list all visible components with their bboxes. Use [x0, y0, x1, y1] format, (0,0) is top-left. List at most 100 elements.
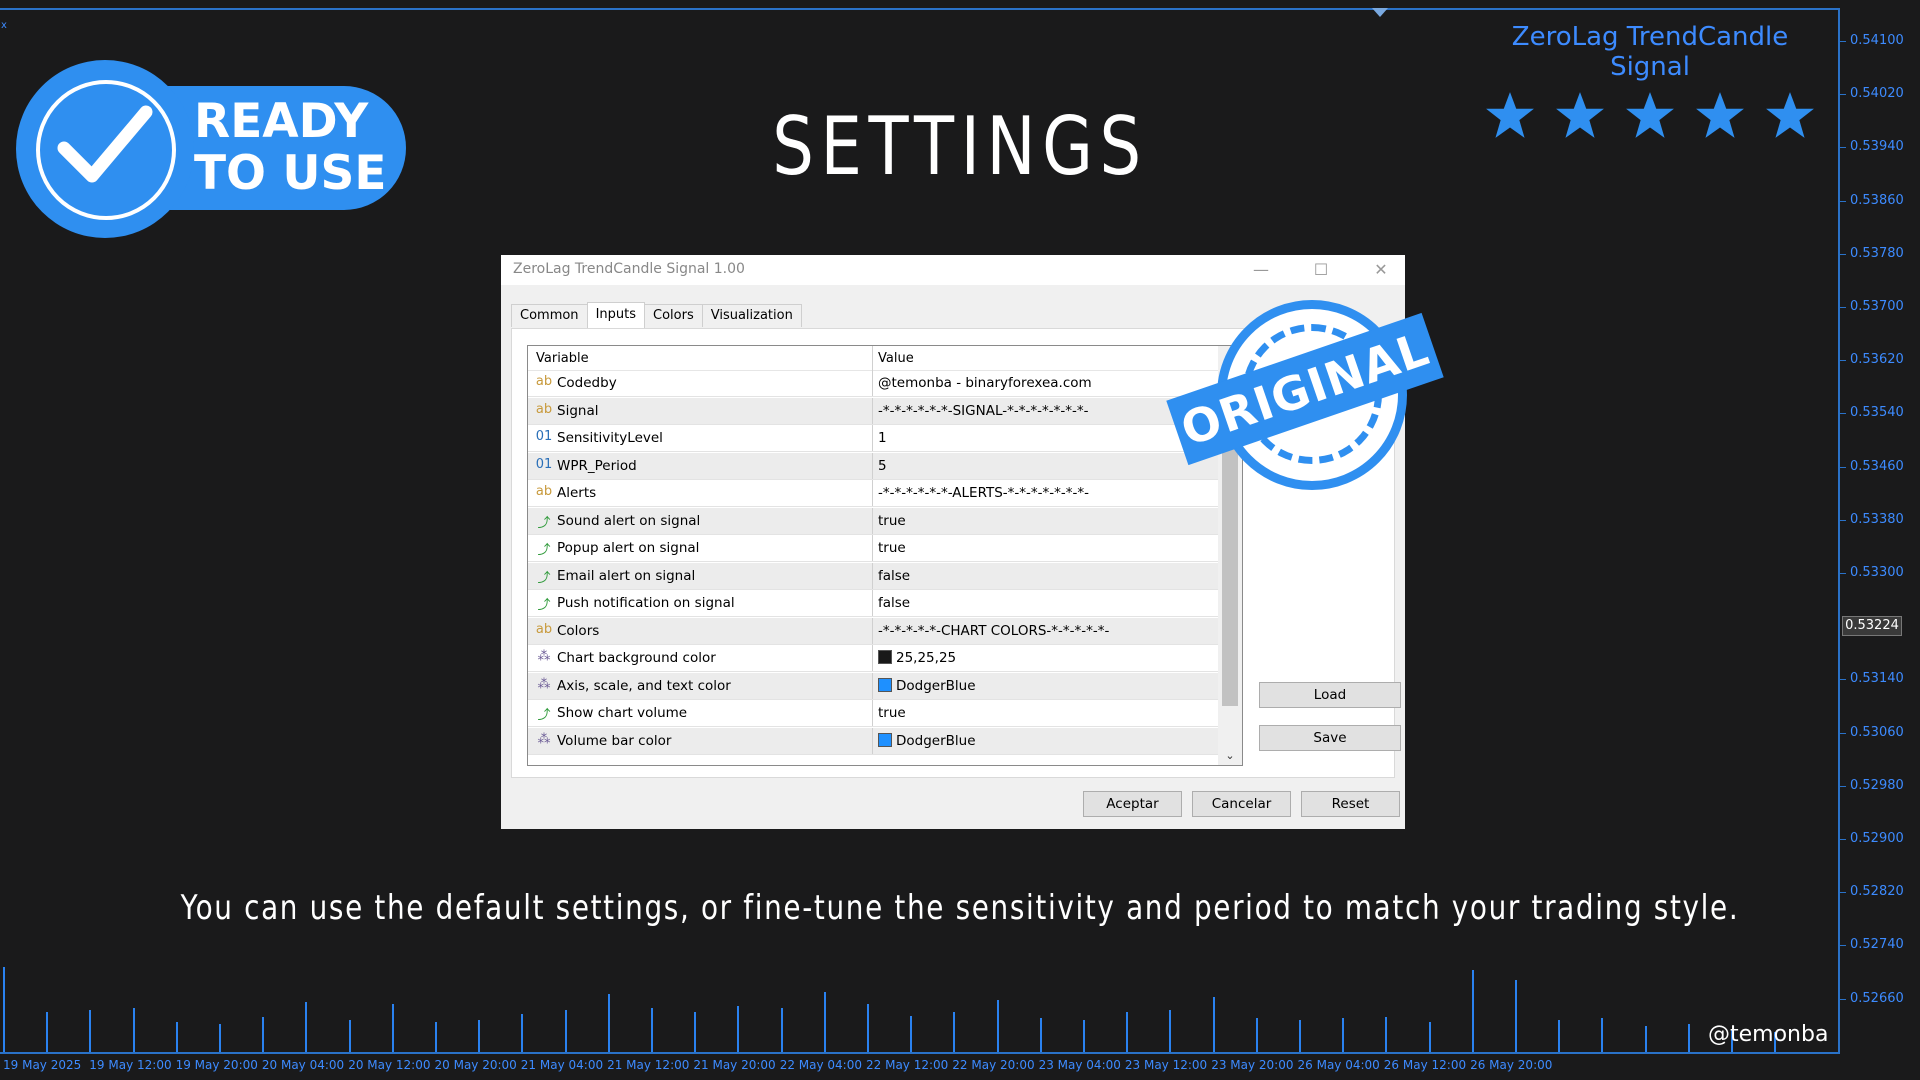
row-value[interactable]: false [878, 595, 910, 611]
scroll-down-icon[interactable]: ⌄ [1218, 747, 1242, 765]
time-tick: 23 May 12:00 [1124, 1058, 1208, 1072]
volume-bar [651, 1008, 653, 1052]
volume-bar [1342, 1018, 1345, 1052]
price-tick: 0.53540 [1840, 405, 1904, 421]
grid-row[interactable]: ⤴ Popup alert on signal true [528, 535, 1218, 562]
grid-row[interactable]: 01 WPR_Period 5 [528, 452, 1218, 480]
inputs-grid: Variable Value ab Codedby @temonba - binar… [527, 345, 1243, 766]
column-header-variable[interactable]: Variable [536, 351, 589, 366]
column-divider [872, 672, 873, 699]
grid-row[interactable]: 01 SensitivityLevel 1 [528, 425, 1218, 452]
volume-bar [132, 1008, 135, 1052]
row-value[interactable]: 5 [878, 458, 887, 474]
string-type-icon: ab [535, 374, 553, 389]
row-variable: Volume bar color [557, 732, 672, 749]
time-tick: 20 May 20:00 [434, 1058, 517, 1072]
column-divider [872, 727, 873, 754]
grid-row[interactable]: ab Codedby @temonba - binaryforexea.com [528, 370, 1218, 397]
volume-bar [1644, 1026, 1647, 1052]
volume-bar [521, 1014, 524, 1052]
star-icon [1696, 92, 1744, 138]
time-tick: 26 May 20:00 [1470, 1058, 1553, 1072]
tab-common[interactable]: Common [511, 304, 588, 327]
price-tick: 0.53780 [1840, 245, 1904, 261]
star-icon [1766, 92, 1814, 138]
price-tick: 0.53860 [1840, 192, 1904, 208]
string-type-icon: ab [535, 621, 553, 637]
row-variable: Sound alert on signal [557, 512, 701, 529]
integer-type-icon: 01 [535, 429, 553, 444]
minimize-icon[interactable]: — [1241, 257, 1281, 283]
row-value[interactable]: 1 [878, 430, 887, 446]
price-tick: 0.53060 [1840, 724, 1904, 740]
chart-close-icon[interactable]: x [1, 20, 7, 31]
row-variable: Show chart volume [557, 705, 688, 721]
price-tick: 0.52900 [1840, 831, 1904, 846]
tab-colors[interactable]: Colors [644, 304, 703, 327]
row-variable: Chart background color [557, 650, 716, 666]
price-tick: 0.53460 [1840, 458, 1904, 474]
price-tick: 0.54020 [1840, 86, 1904, 102]
row-value[interactable]: -*-*-*-*-*-*-SIGNAL-*-*-*-*-*-*-*- [878, 403, 1088, 419]
volume-bar [1558, 1020, 1561, 1052]
grid-row[interactable]: ab Signal -*-*-*-*-*-*-SIGNAL-*-*-*-*-*-*-… [528, 397, 1218, 425]
price-tick: 0.53940 [1840, 139, 1904, 155]
current-price-label: 0.53224 [1842, 615, 1902, 636]
volume-bar [1255, 1018, 1258, 1052]
row-value[interactable]: true [878, 540, 906, 556]
volume-bar [1083, 1020, 1085, 1052]
price-tick: 0.53620 [1840, 352, 1904, 368]
column-divider[interactable] [872, 346, 873, 370]
reset-button[interactable]: Reset [1301, 791, 1400, 817]
tab-visualization[interactable]: Visualization [701, 304, 802, 327]
price-tick: 0.53300 [1840, 565, 1904, 580]
row-value[interactable]: DodgerBlue [878, 677, 976, 694]
accept-button[interactable]: Aceptar [1083, 791, 1182, 817]
row-value[interactable]: false [878, 568, 910, 584]
volume-bar [910, 1016, 913, 1052]
volume-bar [1515, 980, 1517, 1052]
row-value[interactable]: true [878, 705, 906, 721]
price-axis: 0.54100 0.54020 0.53940 0.53860 0.53780 0.537… [1840, 0, 1920, 1080]
grid-header: Variable Value [528, 346, 1218, 371]
row-value[interactable]: -*-*-*-*-*-CHART COLORS-*-*-*-*-*- [878, 623, 1109, 639]
row-value[interactable]: 25,25,25 [878, 650, 956, 666]
close-icon[interactable]: ✕ [1361, 257, 1401, 283]
row-value[interactable]: true [878, 513, 906, 529]
grid-row[interactable]: ⤴ Show chart volume true [528, 700, 1218, 727]
cancel-button[interactable]: Cancelar [1192, 791, 1291, 817]
shift-marker-icon[interactable] [1372, 8, 1388, 17]
star-icon [1486, 92, 1534, 138]
column-header-value[interactable]: Value [878, 351, 914, 366]
volume-bar [867, 1004, 869, 1052]
grid-row[interactable]: ⤴ Sound alert on signal true [528, 507, 1218, 535]
grid-row[interactable]: ⤴ Email alert on signal false [528, 562, 1218, 590]
volume-bar [1687, 1024, 1690, 1052]
row-value[interactable]: @temonba - binaryforexea.com [878, 375, 1092, 391]
grid-row[interactable]: ⁂ Axis, scale, and text color DodgerBlue [528, 672, 1218, 700]
row-variable: Colors [557, 622, 600, 639]
star-icon [1556, 92, 1604, 138]
row-variable: SensitivityLevel [557, 430, 663, 446]
color-swatch [878, 677, 892, 692]
time-tick: 21 May 04:00 [520, 1058, 604, 1072]
row-value[interactable]: -*-*-*-*-*-*-ALERTS-*-*-*-*-*-*-*- [878, 485, 1089, 501]
grid-row[interactable]: ⤴ Push notification on signal false [528, 590, 1218, 617]
price-tick: 0.53380 [1840, 511, 1904, 527]
load-button[interactable]: Load [1259, 682, 1401, 708]
maximize-icon[interactable]: ☐ [1301, 257, 1341, 283]
row-variable: Push notification on signal [557, 595, 735, 611]
dialog-titlebar[interactable]: ZeroLag TrendCandle Signal 1.00 — ☐ ✕ [501, 255, 1405, 285]
grid-row[interactable]: ⁂ Chart background color 25,25,25 [528, 645, 1218, 672]
save-button[interactable]: Save [1259, 725, 1401, 751]
grid-row[interactable]: ab Colors -*-*-*-*-*-CHART COLORS-*-*-*-*-… [528, 617, 1218, 645]
row-value[interactable]: DodgerBlue [878, 732, 976, 749]
grid-row[interactable]: ab Alerts -*-*-*-*-*-*-ALERTS-*-*-*-*-*-*-… [528, 480, 1218, 507]
boolean-type-icon: ⤴ [537, 543, 551, 558]
grid-row[interactable]: ⁂ Volume bar color DodgerBlue [528, 727, 1218, 755]
volume-bar [1299, 1020, 1301, 1052]
tab-inputs[interactable]: Inputs [586, 302, 645, 329]
price-tick: 0.54100 [1840, 33, 1904, 48]
boolean-type-icon: ⤴ [537, 570, 551, 586]
column-divider [872, 370, 873, 396]
